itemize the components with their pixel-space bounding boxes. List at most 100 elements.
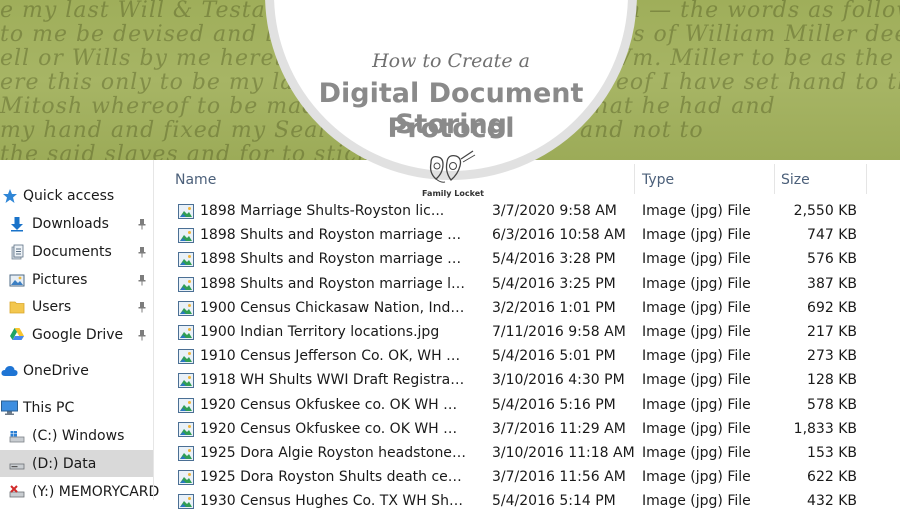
image-file-icon — [178, 421, 194, 437]
file-size: 153 KB — [807, 445, 857, 461]
nav-c-drive[interactable]: (C:) Windows — [0, 422, 153, 449]
table-row[interactable]: 1900 Census Chickasaw Nation, Ind Terr, … — [154, 297, 900, 321]
file-size: 622 KB — [807, 469, 857, 486]
file-size: 1,833 KB — [793, 420, 857, 437]
table-row[interactable]: 1898 Shults and Royston marriage license… — [154, 273, 900, 297]
file-date-modified: 5/4/2016 5:01 PM — [492, 348, 616, 365]
table-row[interactable]: 1920 Census Okfuskee co. OK WH Shults ..… — [154, 394, 900, 418]
download-arrow-icon — [8, 216, 25, 232]
nav-label: This PC — [23, 399, 75, 416]
pin-icon[interactable] — [137, 329, 147, 341]
nav-label: (C:) Windows — [32, 427, 125, 444]
file-type: Image (jpg) File — [642, 469, 751, 486]
column-header-name[interactable]: Name — [175, 172, 216, 188]
file-date-modified: 3/10/2016 11:18 AM — [492, 445, 635, 461]
memory-card-icon — [8, 484, 25, 500]
navigation-pane: Quick access Downloads Documents Picture… — [0, 160, 159, 500]
file-explorer: Quick access Downloads Documents Picture… — [0, 160, 900, 510]
table-row[interactable]: 1900 Indian Territory locations.jpg 7/11/… — [154, 321, 900, 345]
table-row[interactable]: 1898 Shults and Royston marriage certifi… — [154, 224, 900, 248]
file-size: 432 KB — [807, 493, 857, 510]
file-date-modified: 3/2/2016 1:01 PM — [492, 299, 616, 316]
file-type: Image (jpg) File — [642, 348, 751, 365]
file-size: 576 KB — [807, 251, 857, 268]
file-size: 217 KB — [807, 324, 857, 340]
nav-users[interactable]: Users — [0, 293, 153, 320]
file-date-modified: 3/7/2020 9:58 AM — [492, 203, 617, 219]
file-date-modified: 3/7/2016 11:29 AM — [492, 420, 626, 437]
file-date-modified: 7/11/2016 9:58 AM — [492, 324, 626, 340]
nav-pictures[interactable]: Pictures — [0, 266, 153, 293]
table-row[interactable]: 1920 Census Okfuskee co. OK WH Shults...… — [154, 418, 900, 442]
nav-label: Downloads — [32, 215, 109, 232]
drive-icon — [8, 456, 25, 472]
file-type: Image (jpg) File — [642, 420, 751, 437]
column-header-size[interactable]: Size — [781, 172, 810, 188]
table-row[interactable]: 1930 Census Hughes Co. TX WH Shults... 5/… — [154, 490, 900, 514]
nav-quick-access[interactable]: Quick access — [0, 182, 153, 209]
pin-icon[interactable] — [137, 246, 147, 258]
file-size: 747 KB — [807, 227, 857, 244]
table-row[interactable]: 1898 Marriage Shults-Royston lic... 3/7/2… — [154, 200, 900, 224]
file-size: 387 KB — [807, 275, 857, 292]
table-row[interactable]: 1910 Census Jefferson Co. OK, WH Shults.… — [154, 345, 900, 369]
file-list: 1898 Marriage Shults-Royston lic... 3/7/2… — [154, 200, 900, 510]
pin-icon[interactable] — [137, 218, 147, 230]
google-drive-icon — [8, 327, 25, 343]
monitor-icon — [1, 400, 18, 416]
file-type: Image (jpg) File — [642, 396, 751, 413]
nav-onedrive[interactable]: OneDrive — [0, 357, 153, 384]
pin-icon[interactable] — [137, 301, 147, 313]
table-row[interactable]: 1925 Dora Algie Royston headstone.jpg 3/1… — [154, 442, 900, 466]
image-file-icon — [178, 228, 194, 244]
nav-d-drive[interactable]: (D:) Data — [0, 450, 153, 477]
image-file-icon — [178, 397, 194, 413]
file-name: 1920 Census Okfuskee co. OK WH Shults ..… — [200, 396, 466, 413]
table-row[interactable]: 1925 Dora Royston Shults death certifica… — [154, 466, 900, 490]
nav-this-pc[interactable]: This PC — [0, 394, 153, 421]
file-name: 1930 Census Hughes Co. TX WH Shults... — [200, 493, 466, 510]
image-file-icon — [178, 373, 194, 389]
table-row[interactable]: 1918 WH Shults WWI Draft Registration.jp… — [154, 369, 900, 393]
nav-documents[interactable]: Documents — [0, 238, 153, 265]
file-type: Image (jpg) File — [642, 372, 751, 389]
folder-icon — [8, 299, 25, 315]
nav-label: Users — [32, 298, 72, 315]
file-name: 1900 Indian Territory locations.jpg — [200, 324, 440, 340]
star-icon — [1, 188, 18, 204]
image-file-icon — [178, 276, 194, 292]
file-name: 1925 Dora Royston Shults death certifica… — [200, 469, 466, 486]
image-file-icon — [178, 300, 194, 316]
column-separator[interactable] — [634, 164, 635, 194]
file-type: Image (jpg) File — [642, 324, 751, 340]
image-file-icon — [178, 446, 194, 461]
image-file-icon — [178, 470, 194, 486]
file-size: 128 KB — [807, 372, 857, 389]
column-separator[interactable] — [774, 164, 775, 194]
column-separator[interactable] — [866, 164, 867, 194]
brand-name: Family Locket — [422, 189, 484, 198]
file-date-modified: 5/4/2016 5:14 PM — [492, 493, 616, 510]
column-header-type[interactable]: Type — [642, 172, 674, 188]
file-name: 1898 Shults and Royston marriage certifi… — [200, 227, 466, 244]
file-name: 1898 Shults and Royston marriage license… — [200, 275, 466, 292]
nav-label: Pictures — [32, 271, 88, 288]
nav-label: OneDrive — [23, 362, 89, 379]
nav-label: Documents — [32, 243, 112, 260]
documents-icon — [8, 244, 25, 260]
file-type: Image (jpg) File — [642, 275, 751, 292]
windows-drive-icon — [8, 428, 25, 444]
file-type: Image (jpg) File — [642, 445, 751, 461]
nav-label: Quick access — [23, 187, 115, 204]
file-type: Image (jpg) File — [642, 251, 751, 268]
file-date-modified: 3/10/2016 4:30 PM — [492, 372, 625, 389]
nav-y-memorycard[interactable]: (Y:) MEMORYCARD — [0, 478, 159, 505]
pin-icon[interactable] — [137, 274, 147, 286]
nav-label: Google Drive — [32, 326, 124, 343]
table-row[interactable]: 1898 Shults and Royston marriage certifi… — [154, 248, 900, 272]
nav-google-drive[interactable]: Google Drive — [0, 321, 153, 348]
file-type: Image (jpg) File — [642, 227, 751, 244]
file-date-modified: 5/4/2016 3:28 PM — [492, 251, 616, 268]
nav-downloads[interactable]: Downloads — [0, 210, 153, 237]
file-size: 273 KB — [807, 348, 857, 365]
